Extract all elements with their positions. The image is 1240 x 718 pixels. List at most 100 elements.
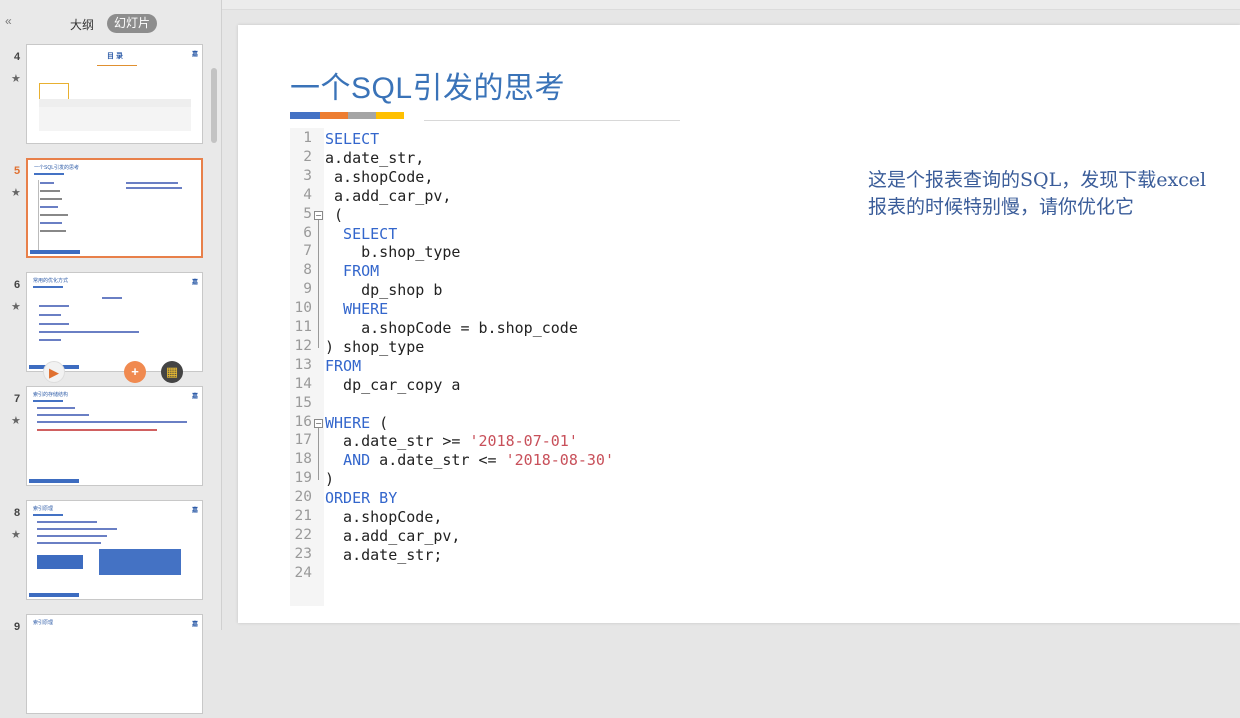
line-number: 13 [294, 356, 312, 373]
thumb-text [37, 521, 97, 523]
code-line: FROM [325, 356, 362, 375]
title-color-bar-blue [290, 112, 320, 119]
thumb-text [126, 182, 178, 184]
line-number: 11 [294, 319, 312, 335]
add-slide-icon[interactable]: + [124, 361, 146, 383]
thumb-text [39, 339, 61, 341]
thumb-box [39, 99, 191, 107]
thumb-title: 索引原理 [33, 506, 54, 512]
collapse-panel-icon[interactable]: « [5, 14, 12, 28]
tab-slides[interactable]: 幻灯片 [107, 14, 157, 33]
fold-toggle-icon[interactable]: − [314, 418, 323, 428]
code-line: SELECT [325, 224, 398, 243]
tab-outline[interactable]: 大纲 [70, 16, 94, 33]
code-line: a.add_car_pv, [325, 186, 452, 205]
panel-header: « 大纲 幻灯片 [0, 8, 222, 40]
line-number: 3 [303, 167, 312, 184]
thumb-title: 一个SQL引发的思考 [34, 165, 80, 171]
slide-note-text[interactable]: 这是个报表查询的SQL，发现下载excel报表的时候特别慢，请你优化它 [868, 167, 1213, 221]
line-number: 14 [294, 375, 312, 392]
slide-number: 7 [14, 393, 21, 405]
line-number: 8 [303, 262, 312, 279]
code-line: ( [325, 205, 344, 224]
logo-icon: 嘉 [191, 508, 198, 514]
slide-number: 9 [14, 621, 21, 633]
slide-thumbnail[interactable]: 索引原理 嘉 [26, 614, 203, 714]
logo-icon: 嘉 [191, 622, 198, 628]
thumb-text [39, 305, 69, 307]
thumb-text [37, 542, 101, 544]
slide-canvas[interactable]: 一个SQL引发的思考 1 SELECT 2 a.date_str, 3 a.shopCo… [238, 25, 1240, 623]
panel-scrollbar[interactable] [211, 68, 217, 143]
line-number: 23 [294, 545, 312, 562]
thumb-text [40, 190, 60, 192]
toolbar-strip [222, 0, 1240, 10]
animation-star-icon: ★ [11, 415, 21, 427]
slide-thumbnail-row[interactable]: 5 ★ 一个SQL引发的思考 [0, 158, 210, 262]
slide-thumbnail[interactable]: 索引原理 嘉 [26, 500, 203, 600]
code-line: ) [325, 470, 335, 489]
thumb-text [40, 206, 58, 208]
thumb-text [40, 214, 68, 216]
thumb-text [37, 429, 157, 431]
slide-number: 5 [14, 165, 21, 177]
slide-thumbnail-row[interactable]: 4 ★ 目 录 嘉 [0, 44, 210, 148]
thumb-decoration [97, 65, 137, 66]
line-number: 5 [303, 205, 312, 222]
animation-star-icon: ★ [11, 187, 21, 199]
line-number: 10 [294, 300, 312, 317]
thumb-text [37, 407, 75, 409]
slide-thumbnail-selected[interactable]: 一个SQL引发的思考 [26, 158, 203, 258]
slide-thumbnail-row[interactable]: 6 ★ 常用的优化方式 嘉 ▶ + ▦ [0, 272, 210, 383]
title-color-bar-orange [320, 112, 348, 119]
line-number: 9 [303, 281, 312, 298]
slide-thumbnail-row[interactable]: 7 ★ 索引的存储结构 嘉 [0, 386, 210, 490]
line-number: 20 [294, 489, 312, 506]
code-line: ORDER BY [325, 489, 398, 508]
logo-icon: 嘉 [191, 280, 198, 286]
line-number: 12 [294, 337, 312, 354]
thumb-text [39, 314, 61, 316]
slide-thumbnail[interactable]: 索引的存储结构 嘉 [26, 386, 203, 486]
thumb-decoration [33, 286, 63, 288]
fold-toggle-icon[interactable]: − [314, 210, 323, 220]
thumb-box [99, 549, 181, 575]
slide-panel: « 大纲 幻灯片 4 ★ 目 录 嘉 5 ★ 一个SQL引发的思考 6 ★ 常用… [0, 0, 222, 714]
code-line: a.shopCode, [325, 167, 434, 186]
code-line: dp_shop b [325, 281, 443, 300]
line-number: 18 [294, 451, 312, 468]
slide-number: 6 [14, 279, 21, 291]
thumb-footer [29, 479, 79, 483]
layout-menu-icon[interactable]: ▦ [161, 361, 183, 383]
line-number: 19 [294, 470, 312, 487]
play-icon[interactable]: ▶ [43, 361, 65, 383]
code-line: a.date_str, [325, 148, 425, 167]
slide-thumbnail-row[interactable]: 8 ★ 索引原理 嘉 [0, 500, 210, 604]
code-line: a.shopCode, [325, 508, 443, 526]
slide-thumbnail[interactable]: 常用的优化方式 嘉 [26, 272, 203, 372]
line-number: 7 [303, 243, 312, 260]
slide-title[interactable]: 一个SQL引发的思考 [290, 63, 565, 107]
thumb-box [37, 555, 83, 569]
animation-star-icon: ★ [11, 73, 21, 85]
slide-thumbnail[interactable]: 目 录 嘉 [26, 44, 203, 144]
title-color-bar-yellow [376, 112, 404, 119]
title-color-bar-gray [348, 112, 376, 119]
line-number: 1 [303, 130, 312, 146]
code-line: WHERE ( [325, 413, 389, 432]
code-line: dp_car_copy a [325, 375, 461, 394]
code-line: a.add_car_pv, [325, 526, 461, 545]
title-rule [424, 120, 680, 121]
thumb-decoration [38, 180, 39, 250]
thumb-text [40, 222, 62, 224]
thumb-text [39, 323, 69, 325]
thumb-text [37, 421, 187, 423]
thumb-text [37, 535, 107, 537]
line-number: 21 [294, 508, 312, 524]
fold-guide [318, 219, 319, 348]
thumb-text [39, 331, 139, 333]
animation-star-icon: ★ [11, 529, 21, 541]
fold-guide [318, 427, 319, 481]
thumb-text [40, 230, 66, 232]
code-line: SELECT [325, 130, 380, 148]
